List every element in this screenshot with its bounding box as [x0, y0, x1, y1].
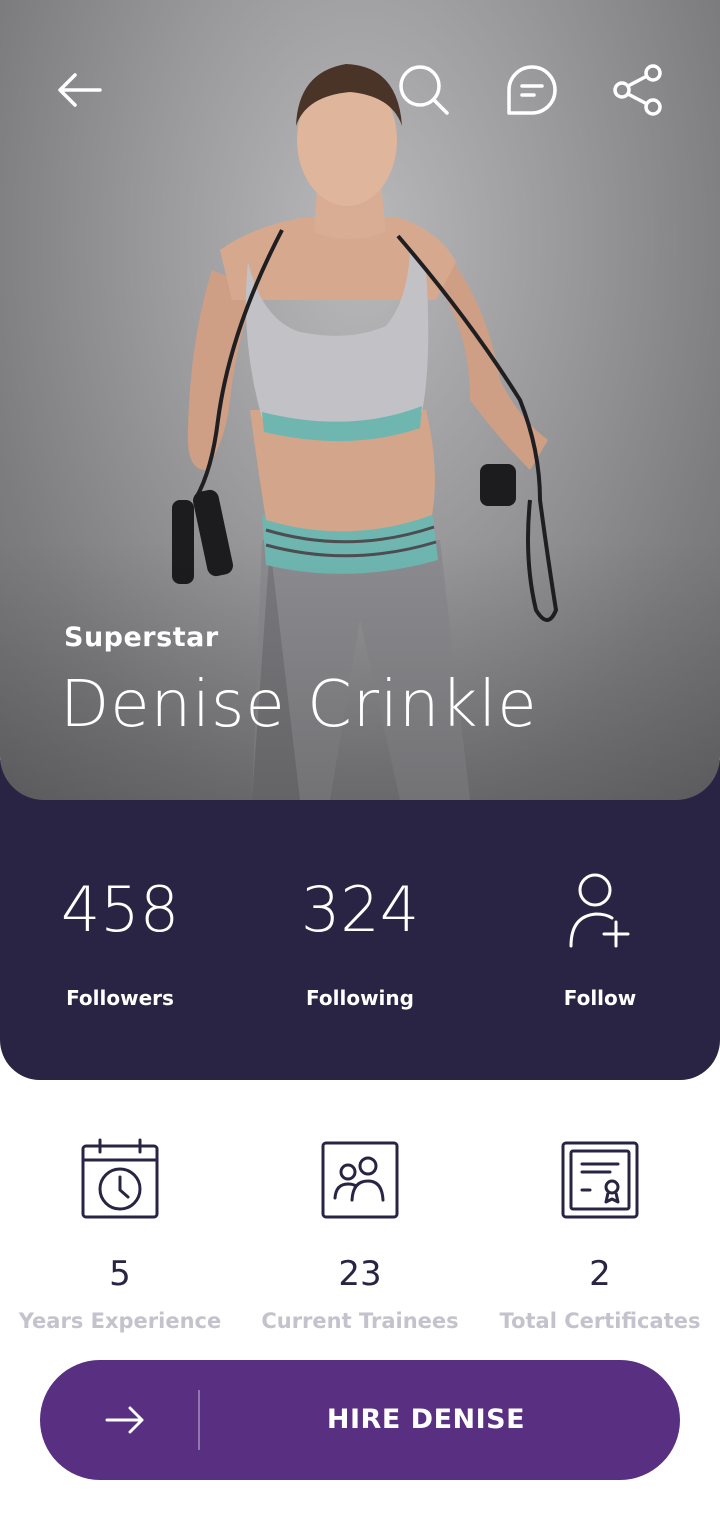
follow-button[interactable]: Follow [500, 872, 700, 1010]
hire-button[interactable]: HIRE DENISE [40, 1360, 680, 1480]
trainees-label: Current Trainees [261, 1309, 459, 1333]
followers-count: 458 [60, 873, 180, 946]
calendar-clock-icon [81, 1138, 159, 1219]
trainer-name: Denise Crinkle [60, 668, 538, 742]
followers-stat[interactable]: 458 Followers [20, 872, 220, 1010]
chat-icon [507, 65, 557, 115]
experience-label: Years Experience [18, 1309, 222, 1333]
following-label: Following [306, 986, 414, 1010]
certificates-info: 2 Total Certificates [480, 1138, 720, 1368]
certificates-value: 2 [589, 1254, 611, 1294]
share-icon [613, 64, 662, 116]
add-user-icon [569, 873, 630, 948]
hire-button-label: HIRE DENISE [326, 1404, 526, 1435]
trainees-info: 23 Current Trainees [240, 1138, 480, 1368]
share-button[interactable] [606, 58, 670, 122]
experience-info: 5 Years Experience [0, 1138, 240, 1368]
message-button[interactable] [500, 58, 564, 122]
social-stats-panel: 458 Followers 324 Following Follow [0, 760, 720, 1080]
trainees-icon [321, 1141, 399, 1219]
arrow-right-icon [105, 1406, 144, 1434]
follow-label: Follow [563, 986, 637, 1010]
profile-hero: Superstar Denise Crinkle [0, 0, 720, 800]
trainees-value: 23 [338, 1254, 382, 1294]
back-button[interactable] [48, 58, 112, 122]
experience-value: 5 [109, 1254, 131, 1294]
certificates-label: Total Certificates [499, 1309, 701, 1333]
arrow-left-icon [58, 73, 102, 107]
certificate-icon [561, 1141, 639, 1219]
following-stat[interactable]: 324 Following [260, 872, 460, 1010]
search-icon [399, 65, 449, 115]
followers-label: Followers [66, 986, 174, 1010]
following-count: 324 [300, 873, 420, 946]
trainer-rank: Superstar [64, 622, 219, 653]
search-button[interactable] [392, 58, 456, 122]
